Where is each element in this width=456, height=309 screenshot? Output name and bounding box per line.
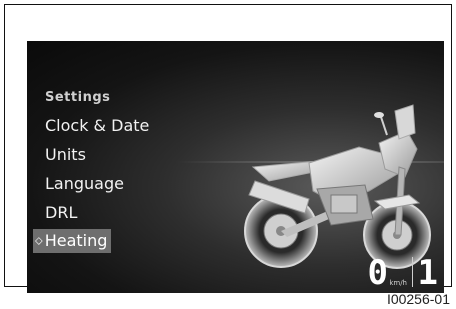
- dashboard-screen: Settings Clock & Date Units Language DRL…: [27, 41, 444, 293]
- figure-frame: Settings Clock & Date Units Language DRL…: [4, 4, 452, 293]
- gear-separator: [412, 257, 413, 287]
- settings-menu: Settings Clock & Date Units Language DRL…: [33, 89, 152, 256]
- figure-id: I00256-01: [386, 291, 450, 307]
- speed-unit-label: km/h: [389, 279, 407, 287]
- menu-item-units[interactable]: Units: [45, 142, 152, 168]
- menu-item-heating[interactable]: ⬦ Heating: [33, 229, 112, 253]
- menu-title: Settings: [45, 90, 111, 105]
- menu-item-clock-date[interactable]: Clock & Date: [45, 113, 152, 139]
- motorcycle-image: [244, 104, 431, 269]
- speed-readout: 0: [367, 253, 388, 293]
- menu-item-heating-label: Heating: [44, 231, 108, 250]
- menu-item-drl[interactable]: DRL: [45, 200, 152, 226]
- menu-item-language[interactable]: Language: [45, 171, 152, 197]
- selection-arrow-icon: ⬦: [35, 234, 43, 247]
- gear-indicator: 1: [417, 253, 438, 293]
